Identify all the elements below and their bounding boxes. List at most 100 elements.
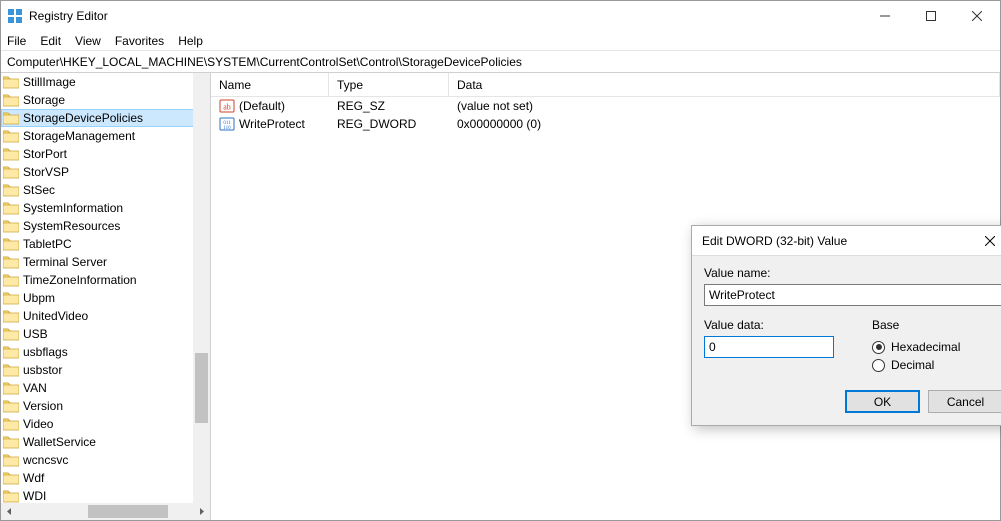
address-text: Computer\HKEY_LOCAL_MACHINE\SYSTEM\Curre… <box>7 55 522 69</box>
tree-item-label: Storage <box>23 93 65 107</box>
cell-type: REG_DWORD <box>329 117 449 131</box>
list-row[interactable]: ab(Default)REG_SZ(value not set) <box>211 97 1000 115</box>
tree-item[interactable]: WalletService <box>1 433 210 451</box>
ok-button[interactable]: OK <box>845 390 920 413</box>
titlebar: Registry Editor <box>1 1 1000 31</box>
tree-item-label: UnitedVideo <box>23 309 88 323</box>
folder-icon <box>3 489 19 503</box>
folder-icon <box>3 345 19 359</box>
menu-file[interactable]: File <box>7 34 26 48</box>
radio-decimal[interactable]: Decimal <box>872 358 960 372</box>
tree-item-label: StillImage <box>23 75 76 89</box>
tree-vertical-scrollbar[interactable] <box>193 73 210 503</box>
registry-app-icon <box>7 8 23 24</box>
value-name-label: Value name: <box>704 266 1001 280</box>
tree-item[interactable]: SystemResources <box>1 217 210 235</box>
tree-item[interactable]: Storage <box>1 91 210 109</box>
tree-item[interactable]: StSec <box>1 181 210 199</box>
radio-dot-icon <box>872 359 885 372</box>
tree-item[interactable]: usbflags <box>1 343 210 361</box>
column-header-name[interactable]: Name <box>211 73 329 96</box>
scroll-right-arrow[interactable] <box>193 503 210 520</box>
value-data-field[interactable] <box>704 336 834 358</box>
folder-icon <box>3 183 19 197</box>
cell-data: 0x00000000 (0) <box>449 117 1000 131</box>
radio-hexadecimal[interactable]: Hexadecimal <box>872 340 960 354</box>
address-bar[interactable]: Computer\HKEY_LOCAL_MACHINE\SYSTEM\Curre… <box>1 51 1000 73</box>
scrollbar-thumb[interactable] <box>88 505 168 518</box>
minimize-button[interactable] <box>862 1 908 31</box>
cell-type: REG_SZ <box>329 99 449 113</box>
tree-item[interactable]: StorageManagement <box>1 127 210 145</box>
tree-pane[interactable]: StillImage Storage StorageDevicePolicies St… <box>1 73 211 520</box>
scrollbar-thumb[interactable] <box>195 353 208 423</box>
tree-item-label: WalletService <box>23 435 96 449</box>
tree-item[interactable]: StorPort <box>1 145 210 163</box>
scroll-left-arrow[interactable] <box>1 503 18 520</box>
tree-item-label: WDI <box>23 489 46 503</box>
tree-item-label: SystemInformation <box>23 201 123 215</box>
column-header-data[interactable]: Data <box>449 73 1000 96</box>
radio-hex-label: Hexadecimal <box>891 340 960 354</box>
tree-item[interactable]: StillImage <box>1 73 210 91</box>
folder-icon <box>3 399 19 413</box>
dialog-titlebar: Edit DWORD (32-bit) Value <box>692 226 1001 256</box>
list-row[interactable]: 011110WriteProtectREG_DWORD0x00000000 (0… <box>211 115 1000 133</box>
radio-dec-label: Decimal <box>891 358 934 372</box>
tree-item-label: StSec <box>23 183 55 197</box>
tree-horizontal-scrollbar[interactable] <box>1 503 210 520</box>
menu-help[interactable]: Help <box>178 34 203 48</box>
menu-favorites[interactable]: Favorites <box>115 34 164 48</box>
tree-item[interactable]: USB <box>1 325 210 343</box>
tree-item[interactable]: StorageDevicePolicies <box>1 109 210 127</box>
tree-item-label: Version <box>23 399 63 413</box>
folder-icon <box>3 273 19 287</box>
folder-icon <box>3 471 19 485</box>
list-rows: ab(Default)REG_SZ(value not set)011110Wr… <box>211 97 1000 133</box>
tree-item[interactable]: Video <box>1 415 210 433</box>
tree-item-label: wcncsvc <box>23 453 68 467</box>
svg-text:110: 110 <box>223 126 231 131</box>
tree-item[interactable]: wcncsvc <box>1 451 210 469</box>
tree-item[interactable]: usbstor <box>1 361 210 379</box>
tree-item[interactable]: SystemInformation <box>1 199 210 217</box>
value-data-label: Value data: <box>704 318 854 332</box>
cell-name: ab(Default) <box>211 98 329 114</box>
value-list-pane[interactable]: Name Type Data ab(Default)REG_SZ(value n… <box>211 73 1000 520</box>
tree-item-label: Wdf <box>23 471 44 485</box>
window-title: Registry Editor <box>29 9 108 23</box>
tree-item[interactable]: Wdf <box>1 469 210 487</box>
tree-item-label: TimeZoneInformation <box>23 273 137 287</box>
value-name-field[interactable] <box>704 284 1001 306</box>
scrollbar-track[interactable] <box>18 503 193 520</box>
folder-icon <box>3 417 19 431</box>
close-button[interactable] <box>954 1 1000 31</box>
tree-item[interactable]: Ubpm <box>1 289 210 307</box>
cancel-button[interactable]: Cancel <box>928 390 1001 413</box>
tree-item-label: StorageDevicePolicies <box>23 111 143 125</box>
cell-name: 011110WriteProtect <box>211 116 329 132</box>
tree-item[interactable]: TabletPC <box>1 235 210 253</box>
tree-item[interactable]: VAN <box>1 379 210 397</box>
base-radio-group: Hexadecimal Decimal <box>872 336 960 372</box>
folder-icon <box>3 381 19 395</box>
tree-item[interactable]: StorVSP <box>1 163 210 181</box>
tree-item[interactable]: TimeZoneInformation <box>1 271 210 289</box>
maximize-button[interactable] <box>908 1 954 31</box>
content-area: StillImage Storage StorageDevicePolicies St… <box>1 73 1000 520</box>
tree-item[interactable]: UnitedVideo <box>1 307 210 325</box>
column-header-type[interactable]: Type <box>329 73 449 96</box>
tree-item[interactable]: Terminal Server <box>1 253 210 271</box>
reg-string-icon: ab <box>219 98 235 114</box>
tree-item[interactable]: Version <box>1 397 210 415</box>
folder-icon <box>3 93 19 107</box>
tree-item-label: USB <box>23 327 48 341</box>
dialog-close-button[interactable] <box>975 226 1001 256</box>
menu-view[interactable]: View <box>75 34 101 48</box>
folder-icon <box>3 201 19 215</box>
folder-icon <box>3 237 19 251</box>
folder-icon <box>3 75 19 89</box>
tree-item-label: StorVSP <box>23 165 69 179</box>
folder-icon <box>3 165 19 179</box>
menu-edit[interactable]: Edit <box>40 34 61 48</box>
